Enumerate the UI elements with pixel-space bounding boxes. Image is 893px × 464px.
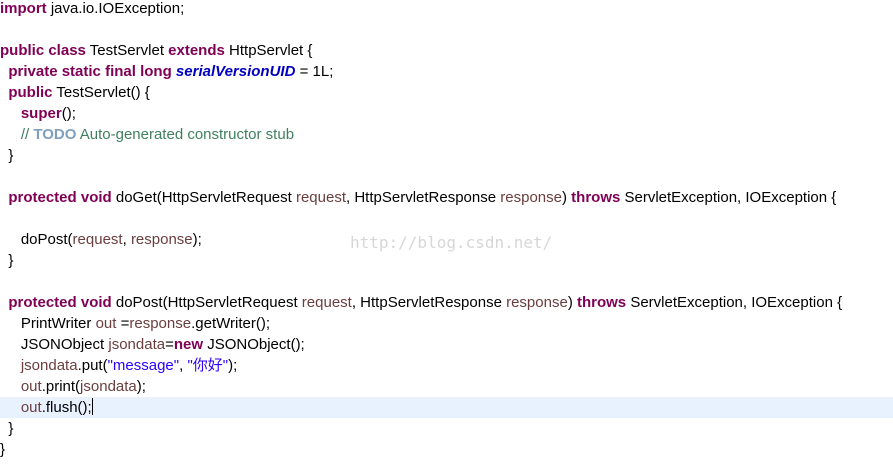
code-token: Auto-generated constructor stub: [76, 126, 295, 143]
code-token: ServletException, IOException {: [620, 189, 837, 206]
code-line[interactable]: [0, 208, 893, 229]
code-token: doPost(HttpServletRequest: [111, 294, 302, 311]
code-line[interactable]: private static final long serialVersionU…: [0, 61, 893, 82]
code-token: serialVersionUID: [175, 63, 296, 80]
code-line[interactable]: [0, 19, 893, 40]
code-line[interactable]: import java.io.IOException;: [0, 0, 893, 19]
code-line[interactable]: }: [0, 145, 893, 166]
code-token: doGet(HttpServletRequest: [111, 189, 296, 206]
code-token: );: [136, 378, 146, 395]
code-token: new: [173, 336, 204, 353]
code-token: .getWriter();: [191, 315, 270, 332]
code-token: public: [0, 42, 45, 59]
code-token: =: [165, 336, 174, 353]
code-line[interactable]: protected void doPost(HttpServletRequest…: [0, 292, 893, 313]
code-token: import: [0, 0, 47, 17]
code-token: void: [80, 294, 112, 311]
code-token: jsondata: [20, 357, 78, 374]
code-token: , HttpServletResponse: [351, 294, 507, 311]
code-token: private: [8, 63, 58, 80]
code-token: .flush();: [41, 399, 92, 416]
code-token: PrintWriter: [0, 315, 96, 332]
code-token: ServletException, IOException {: [626, 294, 843, 311]
code-token: "你好": [187, 357, 229, 374]
code-line[interactable]: }: [0, 439, 893, 460]
code-token: TestServlet: [85, 42, 169, 59]
code-token: response: [500, 189, 562, 206]
code-token: }: [0, 147, 14, 164]
code-token: HttpServlet {: [224, 42, 313, 59]
code-token: request: [72, 231, 123, 248]
code-token: request: [295, 189, 347, 206]
code-token: ): [561, 189, 572, 206]
code-token: jsondata: [108, 336, 166, 353]
code-line[interactable]: }: [0, 250, 893, 271]
code-token: .put(: [77, 357, 108, 374]
code-token: protected: [8, 189, 77, 206]
code-token: ();: [61, 105, 76, 122]
code-token: ): [567, 294, 577, 311]
code-token: );: [192, 231, 202, 248]
code-token: out: [95, 315, 117, 332]
code-token: =: [116, 315, 130, 332]
code-line[interactable]: out.print(jsondata);: [0, 376, 893, 397]
code-token: super: [20, 105, 62, 122]
code-line[interactable]: protected void doGet(HttpServletRequest …: [0, 187, 893, 208]
code-token: java.io.IOException;: [46, 0, 185, 17]
code-token: request: [301, 294, 352, 311]
code-token: static: [61, 63, 101, 80]
code-token: = 1L;: [295, 63, 334, 80]
code-token: doPost(: [0, 231, 73, 248]
code-line[interactable]: [0, 166, 893, 187]
code-token: throws: [576, 294, 627, 311]
code-token: response: [506, 294, 568, 311]
code-token: class: [48, 42, 86, 59]
code-token: .print(: [41, 378, 81, 395]
code-line[interactable]: [0, 271, 893, 292]
code-editor[interactable]: import java.io.IOException; public class …: [0, 0, 893, 464]
code-token: }: [0, 252, 14, 269]
code-line[interactable]: super();: [0, 103, 893, 124]
code-line[interactable]: }: [0, 418, 893, 439]
code-line[interactable]: public TestServlet() {: [0, 82, 893, 103]
code-token: TODO: [33, 126, 77, 143]
code-token: response: [129, 315, 192, 332]
code-token: response: [130, 231, 193, 248]
code-token: //: [0, 126, 34, 143]
code-token: jsondata: [80, 378, 137, 395]
code-token: }: [0, 420, 14, 437]
code-token: );: [228, 357, 238, 374]
code-line[interactable]: public class TestServlet extends HttpSer…: [0, 40, 893, 61]
code-token: out: [20, 399, 42, 416]
code-token: JSONObject();: [203, 336, 305, 353]
code-token: "message": [107, 357, 180, 374]
code-token: , HttpServletResponse: [346, 189, 501, 206]
code-line[interactable]: PrintWriter out =response.getWriter();: [0, 313, 893, 334]
code-line[interactable]: // TODO Auto-generated constructor stub: [0, 124, 893, 145]
code-token: final: [105, 63, 136, 80]
code-token: ,: [122, 231, 131, 248]
code-token: JSONObject: [0, 336, 109, 353]
code-line[interactable]: jsondata.put("message", "你好");: [0, 355, 893, 376]
code-line[interactable]: out.flush();: [0, 397, 893, 418]
code-token: long: [140, 63, 172, 80]
code-line[interactable]: doPost(request, response);: [0, 229, 893, 250]
code-token: protected: [8, 294, 77, 311]
code-token: }: [0, 441, 6, 458]
code-token: out: [20, 378, 42, 395]
code-token: TestServlet() {: [52, 84, 150, 101]
text-caret: [91, 398, 93, 415]
code-token: throws: [571, 189, 621, 206]
code-line[interactable]: JSONObject jsondata=new JSONObject();: [0, 334, 893, 355]
code-token: extends: [168, 42, 225, 59]
code-token: void: [80, 189, 112, 206]
code-token: public: [8, 84, 53, 101]
